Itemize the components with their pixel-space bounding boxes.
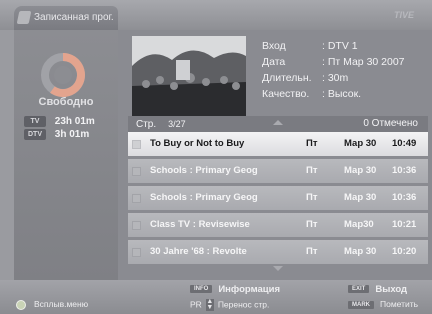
recording-day: Пт (306, 219, 318, 230)
storage-row-dtv: DTV 3h 01m (24, 129, 89, 140)
recording-row[interactable]: Schools : Primary Geog Пт Мар 30 10:36 (128, 186, 428, 210)
window-title: Записанная прог. (34, 12, 114, 23)
bottom-bar: Всплыв.меню INFO Информация PR ▲ ▼ Перенос с… (0, 280, 432, 314)
marked-count: 0 Отмечено (363, 118, 418, 129)
recording-row[interactable]: To Buy or Not to Buy Пт Мар 30 10:49 (128, 132, 428, 156)
recording-date: Мар 30 (344, 138, 377, 149)
recording-date: Мар 30 (344, 165, 377, 176)
dtv-icon: DTV (24, 129, 46, 140)
preview-image (132, 36, 246, 116)
recording-row[interactable]: Schools : Primary Geog Пт Мар 30 10:36 (128, 159, 428, 183)
recording-day: Пт (306, 165, 318, 176)
program-preview-thumbnail (132, 36, 246, 116)
recording-time: 10:20 (392, 246, 417, 257)
recording-icon (16, 11, 32, 24)
recorded-programs-screen: Записанная прог. TIVE Свободно TV 23h 01… (0, 0, 432, 314)
free-space-gauge-icon (41, 53, 85, 97)
page-move-hint[interactable]: PR ▲ ▼ Перенос стр. (190, 298, 269, 311)
recording-title: Schools : Primary Geog (150, 165, 258, 176)
info-hint[interactable]: INFO Информация (190, 284, 280, 295)
recording-day: Пт (306, 192, 318, 203)
tv-icon: TV (24, 116, 46, 127)
up-down-arrows-icon: ▲ ▼ (205, 298, 214, 311)
recording-day: Пт (306, 138, 318, 149)
storage-panel: Свободно TV 23h 01m DTV 3h 01m (14, 30, 118, 280)
detail-date: Дата: Пт Мар 30 2007 (262, 56, 405, 68)
recording-row[interactable]: 30 Jahre '68 : Revolte Пт Мар 30 10:20 (128, 240, 428, 264)
mark-key-icon: MARK (348, 300, 374, 309)
mark-checkbox[interactable] (132, 221, 141, 230)
top-bar: Записанная прог. TIVE (0, 0, 432, 30)
recording-title: Class TV : Revisewise (150, 219, 250, 230)
mark-checkbox[interactable] (132, 140, 141, 149)
recording-time: 10:21 (392, 219, 417, 230)
recording-title: Schools : Primary Geog (150, 192, 258, 203)
program-details: Вход: DTV 1 Дата: Пт Мар 30 2007 Длитель… (262, 38, 405, 102)
free-space-label: Свободно (38, 96, 94, 108)
storage-row-tv: TV 23h 01m (24, 116, 95, 127)
recording-date: Мар 30 (344, 192, 377, 203)
window-title-tab: Записанная прог. (14, 6, 118, 30)
recording-title: 30 Jahre '68 : Revolte (150, 246, 247, 257)
scroll-down-icon[interactable] (273, 266, 283, 271)
recording-time: 10:36 (392, 192, 417, 203)
scroll-up-icon[interactable] (273, 120, 283, 125)
popup-menu-hint[interactable]: Всплыв.меню (16, 299, 88, 310)
mark-hint[interactable]: MARK Пометить (348, 299, 418, 309)
brand-logo: TIVE (393, 10, 414, 20)
detail-duration: Длительн.: 30m (262, 72, 349, 84)
storage-dtv-value: 3h 01m (54, 129, 90, 141)
recording-title: To Buy or Not to Buy (150, 138, 245, 149)
exit-hint[interactable]: EXIT Выход (348, 284, 407, 295)
recordings-list: To Buy or Not to Buy Пт Мар 30 10:49 Schools… (128, 132, 428, 267)
recording-time: 10:36 (392, 165, 417, 176)
page-indicator: Стр. 3/27 (136, 119, 186, 130)
recording-row[interactable]: Class TV : Revisewise Пт Мар30 10:21 (128, 213, 428, 237)
mark-checkbox[interactable] (132, 248, 141, 257)
ok-button-icon (16, 299, 26, 310)
mark-checkbox[interactable] (132, 194, 141, 203)
recording-date: Мар 30 (344, 246, 377, 257)
info-key-icon: INFO (190, 285, 213, 294)
recording-date: Мар30 (344, 219, 374, 230)
mark-checkbox[interactable] (132, 167, 141, 176)
storage-tv-value: 23h 01m (54, 116, 95, 128)
recording-day: Пт (306, 246, 318, 257)
detail-quality: Качество.: Высок. (262, 88, 362, 100)
recording-time: 10:49 (392, 138, 417, 149)
page-bar: Стр. 3/27 0 Отмечено (128, 116, 428, 132)
program-panel: Вход: DTV 1 Дата: Пт Мар 30 2007 Длитель… (118, 30, 432, 280)
detail-input: Вход: DTV 1 (262, 40, 358, 52)
exit-key-icon: EXIT (348, 285, 370, 294)
